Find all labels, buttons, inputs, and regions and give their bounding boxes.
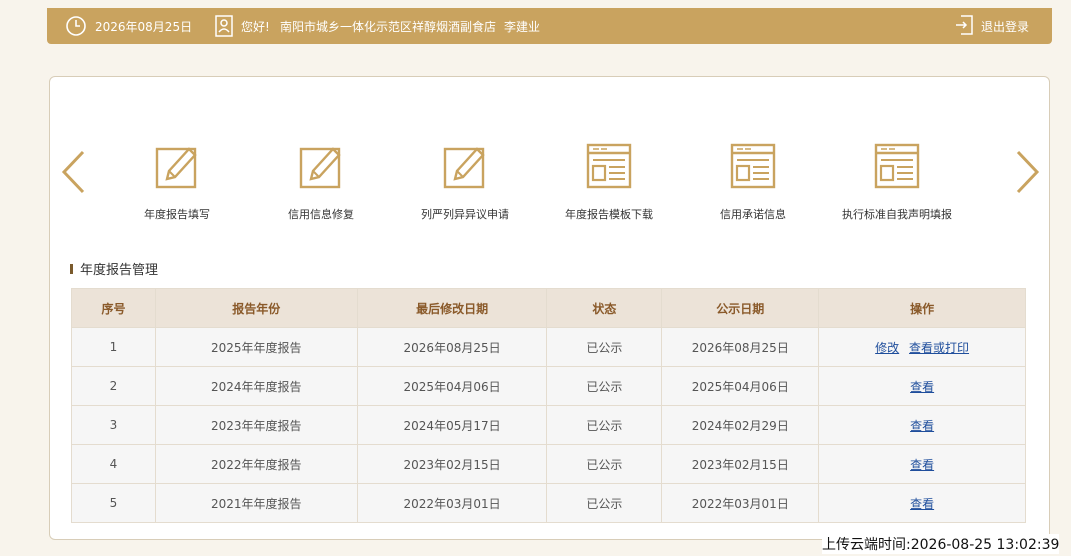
cell-status: 已公示 [546, 405, 663, 445]
user-card-icon [215, 15, 233, 37]
cell-year: 2021年年度报告 [154, 483, 358, 523]
col-header-actions: 操作 [818, 288, 1026, 328]
cell-no: 4 [71, 444, 156, 484]
cell-status: 已公示 [546, 366, 663, 406]
cell-modified: 2025年04月06日 [356, 366, 548, 406]
table-row: 3 2023年年度报告 2024年05月17日 已公示 2024年02月29日 … [71, 405, 1026, 445]
document-icon [730, 143, 776, 189]
upload-time: 上传云端时间:2026-08-25 13:02:39 [822, 534, 1060, 554]
cell-actions: 修改 查看或打印 [818, 327, 1026, 367]
col-header-no: 序号 [71, 288, 156, 328]
cell-year: 2024年年度报告 [154, 366, 358, 406]
cell-no: 5 [71, 483, 156, 523]
cell-no: 1 [71, 327, 156, 367]
col-header-modified: 最后修改日期 [356, 288, 548, 328]
cell-modified: 2026年08月25日 [356, 327, 548, 367]
func-objection-application[interactable]: 列严列异异议申请 [400, 141, 530, 222]
func-label: 年度报告填写 [144, 208, 210, 221]
func-template-download[interactable]: 年度报告模板下载 [544, 141, 674, 222]
edit-icon [443, 147, 485, 189]
edit-icon [155, 147, 197, 189]
user-name: 李建业 [504, 20, 541, 34]
cell-year: 2022年年度报告 [154, 444, 358, 484]
section-title: 年度报告管理 [70, 259, 158, 278]
func-annual-report-fill[interactable]: 年度报告填写 [112, 141, 242, 222]
annual-report-table: 序号 报告年份 最后修改日期 状态 公示日期 操作 1 2025年年度报告 20… [71, 288, 1026, 523]
main-card: 年度报告填写 信用信息修复 列严列异异议申请 年度报告模板下载 信用承诺信息 执… [49, 76, 1050, 540]
cell-modified: 2024年05月17日 [356, 405, 548, 445]
cell-published: 2022年03月01日 [661, 483, 820, 523]
cell-no: 3 [71, 405, 156, 445]
document-icon [874, 143, 920, 189]
cell-status: 已公示 [546, 327, 663, 367]
table-row: 1 2025年年度报告 2026年08月25日 已公示 2026年08月25日 … [71, 327, 1026, 367]
carousel-prev-arrow-icon[interactable] [59, 149, 87, 195]
logout-button[interactable]: 退出登录 [981, 18, 1029, 35]
document-icon [586, 143, 632, 189]
func-label: 信用信息修复 [288, 208, 354, 221]
section-title-text: 年度报告管理 [80, 263, 159, 278]
cell-year: 2023年年度报告 [154, 405, 358, 445]
cell-modified: 2023年02月15日 [356, 444, 548, 484]
table-header-row: 序号 报告年份 最后修改日期 状态 公示日期 操作 [71, 288, 1026, 328]
view-link[interactable]: 查看 [910, 497, 934, 511]
func-label: 年度报告模板下载 [565, 208, 653, 221]
edit-icon [299, 147, 341, 189]
clock-icon [66, 16, 86, 36]
view-link[interactable]: 查看 [910, 380, 934, 394]
cell-actions: 查看 [818, 483, 1026, 523]
func-standard-declaration[interactable]: 执行标准自我声明填报 [832, 141, 962, 222]
carousel-next-arrow-icon[interactable] [1014, 149, 1042, 195]
cell-actions: 查看 [818, 444, 1026, 484]
cell-published: 2023年02月15日 [661, 444, 820, 484]
table-row: 5 2021年年度报告 2022年03月01日 已公示 2022年03月01日 … [71, 483, 1026, 523]
col-header-year: 报告年份 [154, 288, 358, 328]
view-link[interactable]: 查看 [910, 458, 934, 472]
view-link[interactable]: 查看 [910, 419, 934, 433]
company-name: 南阳市城乡一体化示范区祥醇烟酒副食店 [280, 20, 497, 34]
func-credit-repair[interactable]: 信用信息修复 [256, 141, 386, 222]
cell-status: 已公示 [546, 444, 663, 484]
col-header-published: 公示日期 [661, 288, 820, 328]
current-date: 2026年08月25日 [95, 20, 193, 34]
logout-icon[interactable] [955, 15, 973, 35]
func-label: 执行标准自我声明填报 [842, 208, 952, 221]
func-credit-commitment[interactable]: 信用承诺信息 [688, 141, 818, 222]
cell-published: 2024年02月29日 [661, 405, 820, 445]
cell-modified: 2022年03月01日 [356, 483, 548, 523]
cell-no: 2 [71, 366, 156, 406]
table-row: 2 2024年年度报告 2025年04月06日 已公示 2025年04月06日 … [71, 366, 1026, 406]
cell-status: 已公示 [546, 483, 663, 523]
cell-published: 2025年04月06日 [661, 366, 820, 406]
cell-actions: 查看 [818, 366, 1026, 406]
cell-published: 2026年08月25日 [661, 327, 820, 367]
func-label: 列严列异异议申请 [421, 208, 509, 221]
table-row: 4 2022年年度报告 2023年02月15日 已公示 2023年02月15日 … [71, 444, 1026, 484]
view-print-link[interactable]: 查看或打印 [909, 341, 969, 355]
func-label: 信用承诺信息 [720, 208, 786, 221]
section-marker [70, 263, 73, 274]
cell-year: 2025年年度报告 [154, 327, 358, 367]
col-header-status: 状态 [546, 288, 663, 328]
top-bar: 2026年08月25日 您好! 南阳市城乡一体化示范区祥醇烟酒副食店 李建业 退… [47, 8, 1052, 44]
cell-actions: 查看 [818, 405, 1026, 445]
edit-link[interactable]: 修改 [875, 341, 899, 355]
greeting: 您好! [241, 20, 270, 34]
